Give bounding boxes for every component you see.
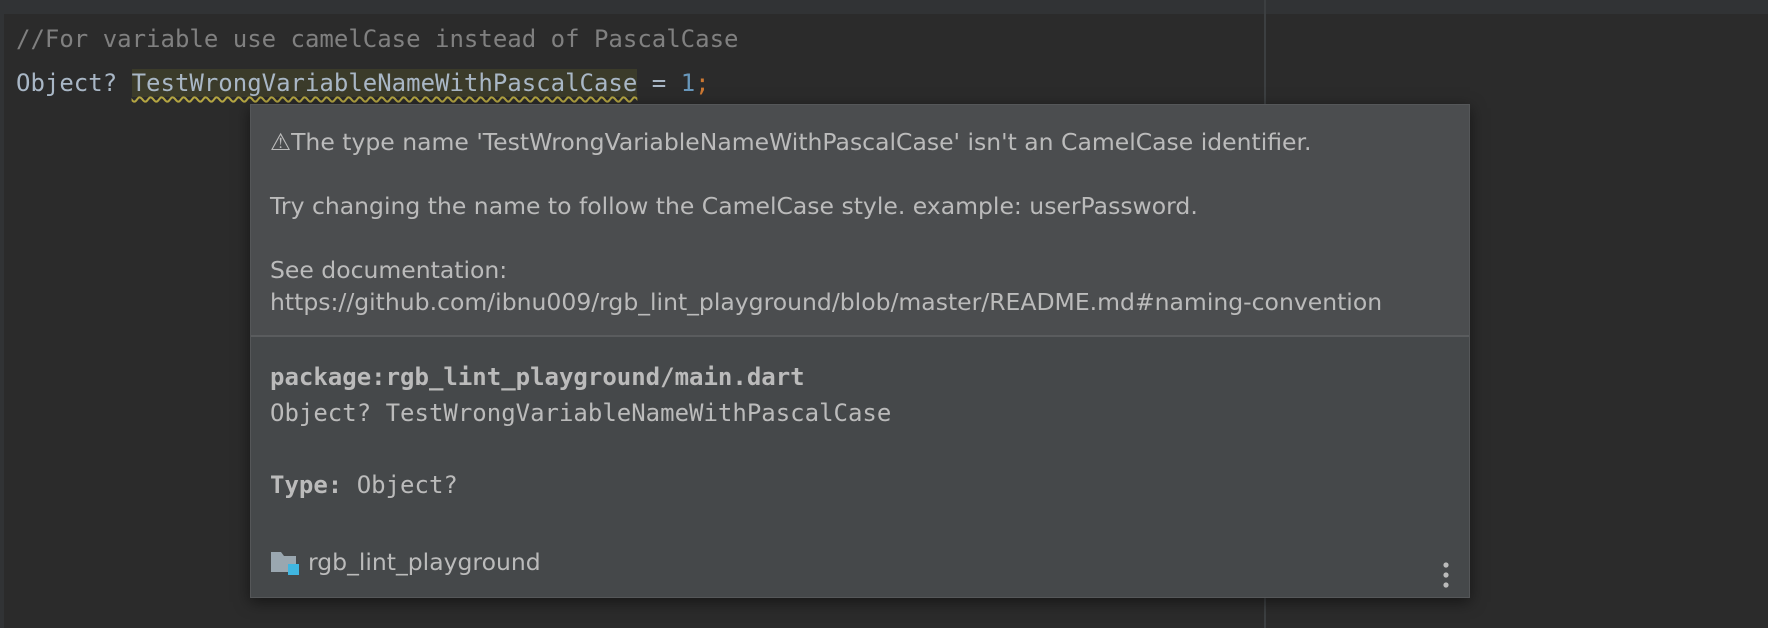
problem-correction: Try changing the name to follow the Came… xyxy=(270,192,1198,220)
warning-icon: ⚠ xyxy=(270,128,292,156)
code-number-literal: 1 xyxy=(680,69,696,97)
problem-message-row: ⚠The type name 'TestWrongVariableNameWit… xyxy=(270,127,1312,157)
problem-message: The type name 'TestWrongVariableNameWith… xyxy=(291,128,1312,156)
code-declaration-line[interactable]: Object? TestWrongVariableNameWithPascalC… xyxy=(16,65,710,101)
editor-tab-strip xyxy=(0,0,1768,14)
documentation-label: See documentation: xyxy=(270,256,508,284)
documentation-link[interactable]: https://github.com/ibnu009/rgb_lint_play… xyxy=(270,287,1382,317)
code-assign: = xyxy=(637,69,681,97)
code-semicolon: ; xyxy=(695,69,710,97)
module-folder-icon xyxy=(271,552,299,575)
code-type: Object? xyxy=(16,69,132,97)
code-identifier-warning[interactable]: TestWrongVariableNameWithPascalCase xyxy=(131,69,638,97)
code-comment-line[interactable]: //For variable use camelCase instead of … xyxy=(16,21,738,57)
popup-footer: rgb_lint_playground xyxy=(270,545,541,579)
quick-documentation-popup[interactable]: ⚠The type name 'TestWrongVariableNameWit… xyxy=(250,104,1470,598)
problem-description-section: ⚠The type name 'TestWrongVariableNameWit… xyxy=(251,105,1469,337)
editor-gutter-edge xyxy=(0,0,4,628)
project-name[interactable]: rgb_lint_playground xyxy=(308,548,541,576)
type-value: Object? xyxy=(342,471,458,499)
declaration-signature: Object? TestWrongVariableNameWithPascalC… xyxy=(270,399,892,427)
package-path: package:rgb_lint_playground/main.dart xyxy=(270,363,805,391)
type-info: Type: Object? xyxy=(270,469,458,501)
type-label: Type: xyxy=(270,471,343,499)
more-vertical-icon[interactable] xyxy=(1441,562,1451,588)
